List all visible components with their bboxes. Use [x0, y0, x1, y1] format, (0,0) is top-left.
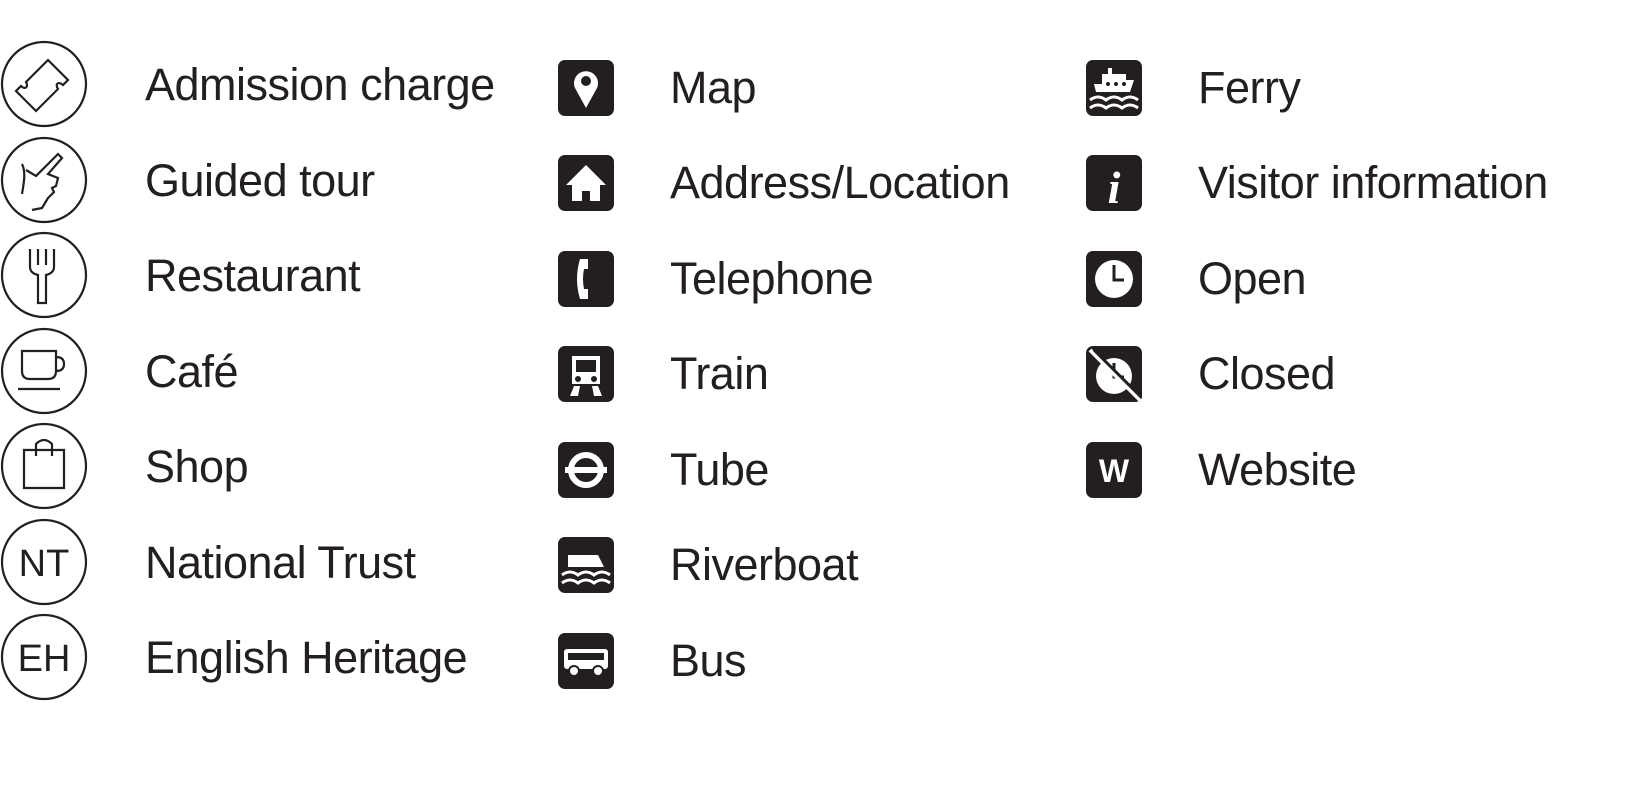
house-icon	[558, 155, 614, 211]
shop-bag-icon	[0, 422, 88, 510]
riverboat-icon	[558, 537, 614, 593]
svg-text:W: W	[1099, 453, 1130, 489]
legend-label: Tube	[670, 444, 769, 495]
legend-label: Closed	[1198, 348, 1336, 399]
clock-crossed-icon	[1086, 346, 1142, 402]
legend-label: Admission charge	[145, 59, 495, 110]
train-icon	[558, 346, 614, 402]
ferry-icon	[1086, 60, 1142, 116]
legend-label: Shop	[145, 441, 249, 492]
legend-label: Guided tour	[145, 155, 375, 206]
legend-label: Map	[670, 62, 757, 113]
clock-icon	[1086, 251, 1142, 307]
guided-tour-hand-icon	[0, 136, 88, 224]
restaurant-fork-icon	[0, 231, 88, 319]
telephone-icon	[558, 251, 614, 307]
english-heritage-icon: EH	[0, 613, 88, 701]
legend-label: Café	[145, 346, 239, 397]
website-icon: W	[1086, 442, 1142, 498]
legend-label: Train	[670, 348, 769, 399]
legend-label: English Heritage	[145, 632, 468, 683]
legend-label: Riverboat	[670, 539, 859, 590]
legend-label: Ferry	[1198, 62, 1301, 113]
legend-label: Visitor information	[1198, 157, 1548, 208]
legend-label: Website	[1198, 444, 1357, 495]
legend-label: Telephone	[670, 253, 874, 304]
svg-text:EH: EH	[18, 638, 71, 680]
info-icon: i	[1086, 155, 1142, 211]
bus-icon	[558, 633, 614, 689]
svg-text:i: i	[1108, 162, 1121, 211]
legend-label: Restaurant	[145, 250, 361, 301]
svg-text:NT: NT	[19, 543, 70, 585]
admission-ticket-icon	[0, 40, 88, 128]
legend-label: Open	[1198, 253, 1307, 304]
tube-roundel-icon	[558, 442, 614, 498]
national-trust-icon: NT	[0, 518, 88, 606]
map-pin-icon	[558, 60, 614, 116]
legend-label: Bus	[670, 635, 747, 686]
legend-label: National Trust	[145, 537, 416, 588]
cafe-cup-icon	[0, 327, 88, 415]
legend-label: Address/Location	[670, 157, 1010, 208]
